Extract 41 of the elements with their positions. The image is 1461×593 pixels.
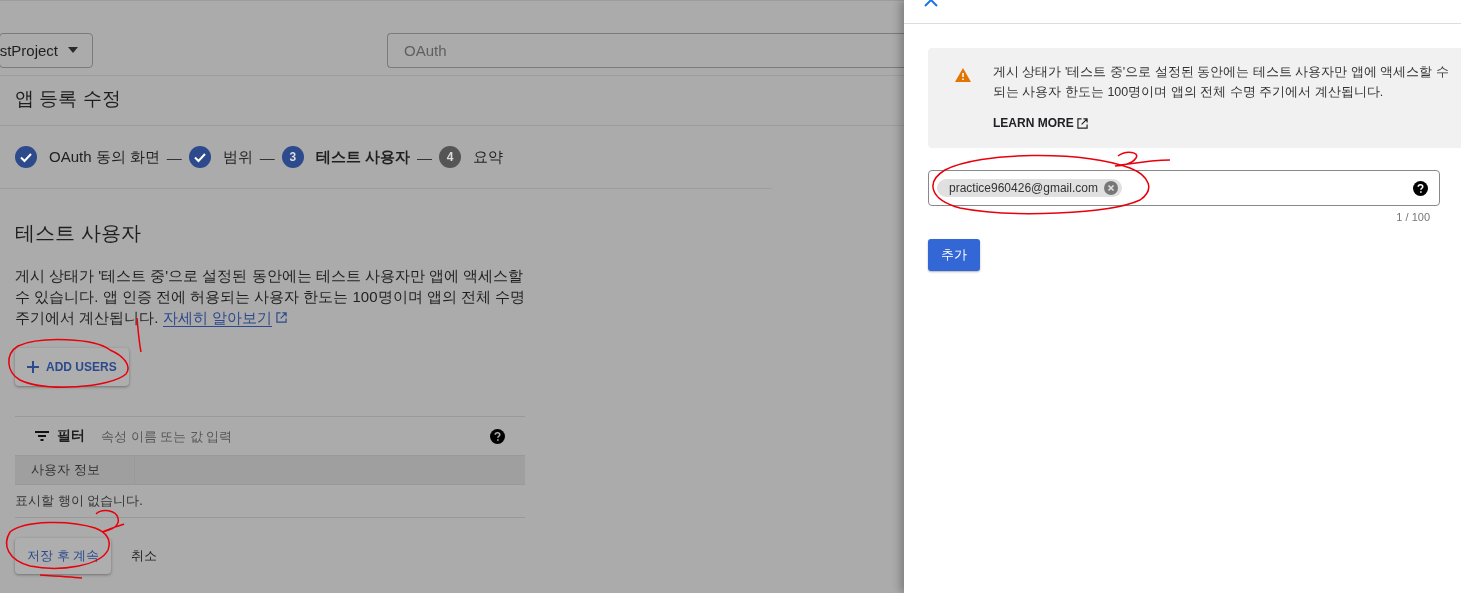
warning-icon (955, 68, 971, 82)
save-continue-button[interactable]: 저장 후 계속 (15, 538, 112, 574)
step-number: 3 (281, 146, 304, 168)
step-separator: — (166, 148, 182, 166)
external-link-icon (275, 312, 287, 323)
page-title: 앱 등록 수정 (0, 76, 904, 126)
step-label[interactable]: OAuth 동의 화면 (49, 147, 160, 167)
filter-field[interactable]: 속성 이름 또는 값 입력 (99, 427, 482, 445)
cancel-button[interactable]: 취소 (123, 538, 166, 574)
check-icon (188, 146, 211, 168)
help-icon (490, 428, 505, 444)
filter-label: 필터 (57, 427, 85, 445)
empty-message: 표시할 행이 없습니다. (15, 485, 525, 518)
help-icon (1413, 180, 1428, 196)
section-title: 테스트 사용자 (15, 221, 142, 246)
plus-icon (27, 361, 39, 373)
character-counter: 1 / 100 (1395, 210, 1431, 223)
project-selector[interactable]: stProject (0, 32, 93, 68)
search-field[interactable]: OAuth (387, 32, 904, 68)
learn-more-link[interactable]: 자세히 알아보기 (162, 309, 272, 327)
filter-icon (35, 431, 49, 441)
step-number: 4 (439, 146, 462, 168)
add-button[interactable]: 추가 (928, 239, 980, 271)
step-label[interactable]: 범위 (222, 147, 253, 167)
notice-text: 게시 상태가 '테스트 중'으로 설정된 동안에는 테스트 사용자만 앱에 액세스할 수 (993, 64, 1449, 81)
step-label[interactable]: 테스트 사용자 (315, 147, 411, 167)
check-icon (15, 146, 37, 168)
step-separator: — (417, 148, 433, 166)
external-link-icon (1076, 117, 1088, 129)
remove-icon[interactable] (1103, 181, 1118, 195)
caret-icon (68, 47, 78, 53)
learn-more-link[interactable]: LEARN MORE (993, 116, 1088, 130)
step-label[interactable]: 요약 (473, 147, 504, 167)
annotation-mark (1114, 151, 1171, 167)
column-header[interactable]: 사용자 정보 (15, 456, 135, 484)
description-text: 게시 상태가 '테스트 중'으로 설정된 동안에는 테스트 사용자만 앱에 액세스할 수 있습니다. 앱 인증 전에 허용되는 사용자 한도는 100명이며 앱의 전체 수명 주기에서 계산됩니다. 자세히 알아보기 (15, 266, 527, 328)
add-users-button[interactable]: ADD USERS (15, 348, 129, 386)
notice-text: 되는 사용자 한도는 100명이며 앱의 전체 수명 주기에서 계산됩니다. (993, 84, 1385, 101)
chip-label: practice960426@gmail.com (949, 181, 1098, 195)
email-input-field[interactable]: practice960426@gmail.com (928, 170, 1440, 206)
step-separator: — (259, 148, 275, 166)
